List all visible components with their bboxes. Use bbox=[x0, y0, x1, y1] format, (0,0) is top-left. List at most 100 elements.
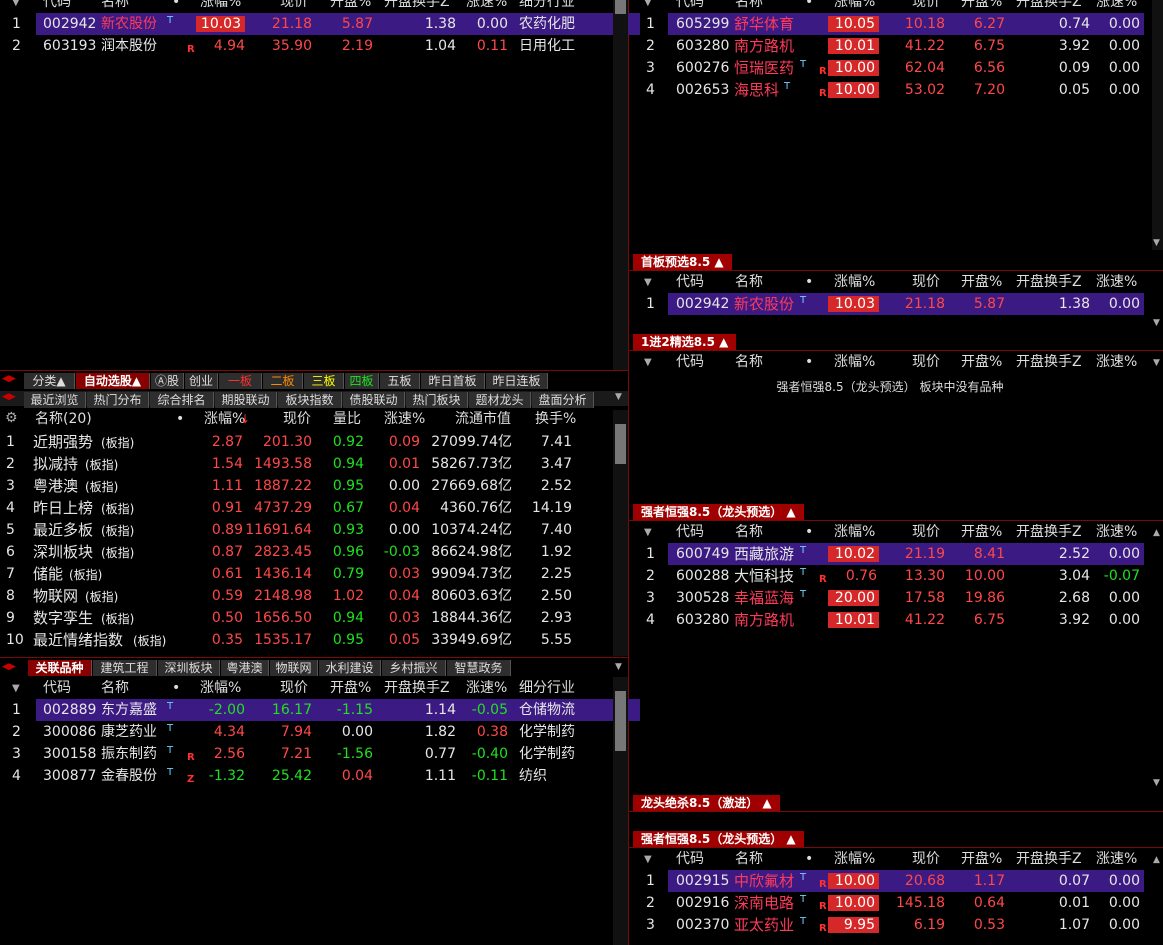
col-header-7[interactable]: 涨速% bbox=[1096, 525, 1137, 539]
tab-nav-arrows-1[interactable]: ◀▶ bbox=[2, 374, 16, 384]
tab-0[interactable]: 关联品种 bbox=[28, 660, 92, 676]
col-cap[interactable]: 流通市值 bbox=[455, 412, 511, 426]
table-row[interactable]: 4 603280 南方路机 10.01 41.22 6.75 3.92 0.00 bbox=[630, 609, 1150, 631]
col-header-4[interactable]: 现价 bbox=[912, 852, 940, 866]
tab-menu-icon[interactable]: ▼ bbox=[615, 392, 622, 402]
col-price[interactable]: 现价 bbox=[280, 681, 308, 695]
col-code[interactable]: 代码 bbox=[43, 681, 71, 695]
col-pct[interactable]: 涨幅% bbox=[200, 0, 241, 9]
tab-6[interactable]: 热门板块 bbox=[406, 392, 468, 408]
right-strong-scroll-arrow[interactable]: ▲ bbox=[1153, 528, 1160, 538]
tab-1[interactable]: 热门分布 bbox=[87, 392, 149, 408]
col-speed[interactable]: 涨速% bbox=[466, 681, 507, 695]
tab-7[interactable]: 智慧政务 bbox=[447, 660, 511, 676]
table-row[interactable]: 7 储能 (板指) 0.61 1436.14 0.79 0.03 99094.73亿 2.25 bbox=[0, 563, 612, 585]
col-header-1[interactable]: 名称 bbox=[735, 0, 763, 9]
col-open[interactable]: 开盘% bbox=[330, 0, 371, 9]
table-row[interactable]: 2 002916 深南电路 T R 10.00 145.18 0.64 0.01 0.00 bbox=[630, 892, 1150, 914]
col-header-3[interactable]: 涨幅% bbox=[834, 355, 875, 369]
col-header-1[interactable]: 名称 bbox=[735, 275, 763, 289]
table-row[interactable]: 3 600276 恒瑞医药 T R 10.00 62.04 6.56 0.09 0.00 bbox=[630, 57, 1150, 79]
col-speed[interactable]: 涨速% bbox=[384, 412, 425, 426]
sort-menu-icon[interactable]: ▼ bbox=[644, 276, 652, 290]
col-header-5[interactable]: 开盘% bbox=[961, 275, 1002, 289]
col-header-1[interactable]: 名称 bbox=[735, 525, 763, 539]
sort-menu-icon[interactable]: ▼ bbox=[644, 0, 652, 10]
table-row[interactable]: 1 605299 舒华体育 10.05 10.18 6.27 0.74 0.00 bbox=[646, 13, 1144, 35]
right-jin2-scroll-arrow[interactable]: ▼ bbox=[1153, 358, 1160, 368]
col-header-0[interactable]: 代码 bbox=[676, 275, 704, 289]
tab-1[interactable]: 自动选股▲ bbox=[76, 373, 150, 389]
section-title-dragon[interactable]: 龙头绝杀8.5（激进） ▲ bbox=[633, 795, 780, 811]
tab-nav-arrows-2[interactable]: ◀▶ bbox=[2, 392, 16, 402]
tab-4[interactable]: 板块指数 bbox=[278, 392, 342, 408]
col-header-7[interactable]: 涨速% bbox=[1096, 852, 1137, 866]
section-title-jin2[interactable]: 1进2精选8.5 ▲ bbox=[633, 334, 737, 350]
col-price[interactable]: 现价 bbox=[283, 412, 311, 426]
col-header-4[interactable]: 现价 bbox=[912, 0, 940, 9]
col-header-5[interactable]: 开盘% bbox=[961, 852, 1002, 866]
right-strong2-scroll-arrow[interactable]: ▲ bbox=[1153, 855, 1160, 865]
col-header-1[interactable]: 名称 bbox=[735, 355, 763, 369]
col-open[interactable]: 开盘% bbox=[330, 681, 371, 695]
tab-8[interactable]: 盘面分析 bbox=[532, 392, 594, 408]
scroll-thumb[interactable] bbox=[615, 691, 626, 751]
col-vol[interactable]: 量比 bbox=[333, 412, 361, 426]
col-header-2[interactable]: • bbox=[805, 852, 813, 866]
table-row[interactable]: 4 昨日上榜 (板指) 0.91 4737.29 0.67 0.04 4360.76亿 14.1… bbox=[0, 497, 612, 519]
col-code[interactable]: 代码 bbox=[43, 0, 71, 9]
col-header-0[interactable]: 代码 bbox=[676, 0, 704, 9]
tab-8[interactable]: 五板 bbox=[380, 373, 420, 389]
col-header-1[interactable]: 名称 bbox=[735, 852, 763, 866]
scroll-thumb[interactable] bbox=[615, 424, 626, 464]
table-row[interactable]: 3 300528 幸福蓝海 T 20.00 17.58 19.86 2.68 0.00 bbox=[630, 587, 1150, 609]
col-header-5[interactable]: 开盘% bbox=[961, 0, 1002, 9]
table-row[interactable]: 9 数字孪生 (板指) 0.50 1656.50 0.94 0.03 18844.36亿 2.9… bbox=[0, 607, 612, 629]
tab-3[interactable]: 创业 bbox=[185, 373, 218, 389]
col-header-6[interactable]: 开盘换手Z bbox=[1016, 0, 1082, 9]
col-header-3[interactable]: 涨幅% bbox=[834, 525, 875, 539]
col-header-7[interactable]: 涨速% bbox=[1096, 275, 1137, 289]
right-top-scrollbar[interactable] bbox=[1152, 0, 1163, 250]
table-row[interactable]: 3 粤港澳 (板指) 1.11 1887.22 0.95 0.00 27669.68亿 2.52 bbox=[0, 475, 612, 497]
tab-0[interactable]: 分类▲ bbox=[24, 373, 75, 389]
table-row[interactable]: 1 002942 新农股份 T 10.03 21.18 5.87 1.38 0.00 农药化肥 bbox=[12, 13, 640, 35]
table-row[interactable]: 1 600749 西藏旅游 T 10.02 21.19 8.41 2.52 0.00 bbox=[646, 543, 1144, 565]
col-header-6[interactable]: 开盘换手Z bbox=[1016, 355, 1082, 369]
table-row[interactable]: 4 002653 海思科 T R 10.00 53.02 7.20 0.05 0.00 bbox=[630, 79, 1150, 101]
tab-7[interactable]: 题材龙头 bbox=[469, 392, 531, 408]
tab-5[interactable]: 水利建设 bbox=[319, 660, 381, 676]
col-sector-name[interactable]: 名称(20) bbox=[35, 412, 92, 426]
col-header-4[interactable]: 现价 bbox=[912, 525, 940, 539]
section-title-first[interactable]: 首板预选8.5 ▲ bbox=[633, 254, 732, 270]
tab-4[interactable]: 一板 bbox=[219, 373, 262, 389]
tab-3[interactable]: 粤港澳 bbox=[221, 660, 269, 676]
col-header-4[interactable]: 现价 bbox=[912, 355, 940, 369]
table-row[interactable]: 1 002942 新农股份 T 10.03 21.18 5.87 1.38 0.00 bbox=[646, 293, 1144, 315]
table-row[interactable]: 4 300877 金春股份 T Z -1.32 25.42 0.04 1.11 -0.11 纺织 bbox=[0, 765, 612, 787]
col-header-7[interactable]: 涨速% bbox=[1096, 0, 1137, 9]
sort-menu-icon[interactable]: ▼ bbox=[644, 356, 652, 370]
col-header-5[interactable]: 开盘% bbox=[961, 355, 1002, 369]
right-first-scroll-arrow[interactable]: ▼ bbox=[1153, 318, 1160, 328]
col-turn[interactable]: 开盘换手Z bbox=[384, 681, 450, 695]
tab-6[interactable]: 乡村振兴 bbox=[382, 660, 446, 676]
table-row[interactable]: 1 002915 中欣氟材 T R 10.00 20.68 1.17 0.07 0.00 bbox=[646, 870, 1144, 892]
tab-3[interactable]: 期股联动 bbox=[215, 392, 277, 408]
tab-4[interactable]: 物联网 bbox=[270, 660, 318, 676]
table-row[interactable]: 2 300086 康芝药业 T 4.34 7.94 0.00 1.82 0.38 化学制药 bbox=[0, 721, 612, 743]
related-scrollbar[interactable] bbox=[613, 677, 628, 945]
tab-5[interactable]: 债股联动 bbox=[343, 392, 405, 408]
col-header-2[interactable]: • bbox=[805, 525, 813, 539]
table-row[interactable]: 2 600288 大恒科技 T R 0.76 13.30 10.00 3.04 -0.07 bbox=[630, 565, 1150, 587]
top-left-scrollbar[interactable] bbox=[613, 0, 628, 370]
col-header-6[interactable]: 开盘换手Z bbox=[1016, 852, 1082, 866]
col-header-4[interactable]: 现价 bbox=[912, 275, 940, 289]
tab-7[interactable]: 四板 bbox=[345, 373, 379, 389]
sector-scrollbar[interactable] bbox=[613, 410, 628, 656]
tab-menu-icon[interactable]: ▼ bbox=[615, 662, 622, 672]
table-row[interactable]: 8 物联网 (板指) 0.59 2148.98 1.02 0.04 80603.63亿 2.50 bbox=[0, 585, 612, 607]
table-row[interactable]: 2 拟减持 (板指) 1.54 1493.58 0.94 0.01 58267.73亿 3.47 bbox=[0, 453, 612, 475]
col-name[interactable]: 名称 bbox=[101, 681, 129, 695]
table-row[interactable]: 3 002370 亚太药业 T R 9.95 6.19 0.53 1.07 0.00 bbox=[630, 914, 1150, 936]
